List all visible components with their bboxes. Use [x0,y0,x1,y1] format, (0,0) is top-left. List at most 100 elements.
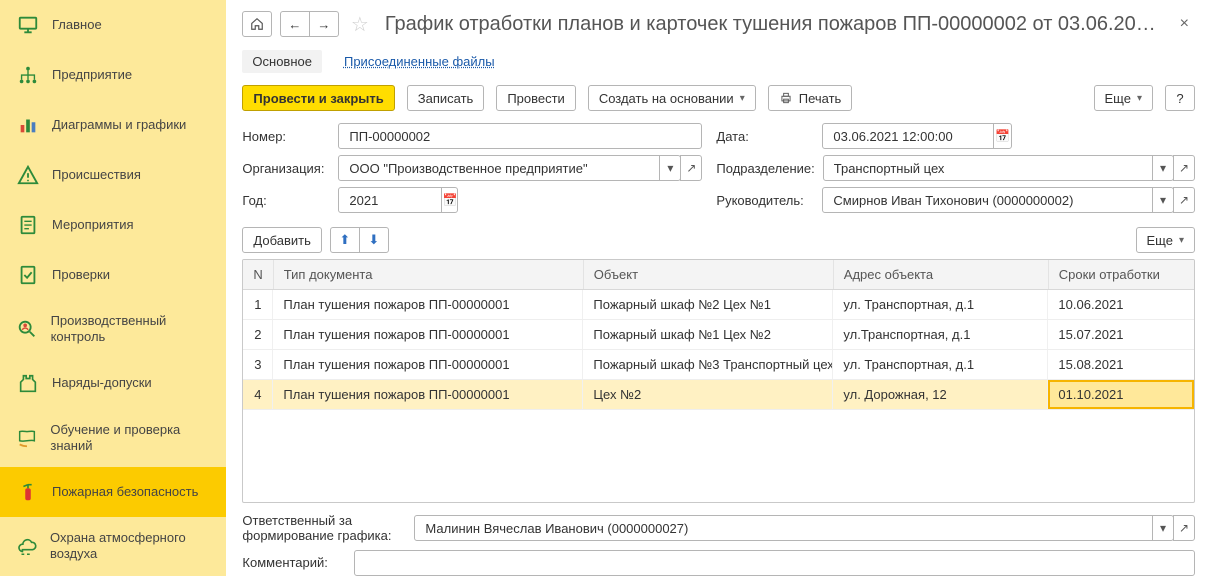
dept-input[interactable] [823,155,1153,181]
org-tree-icon [16,63,40,87]
warning-triangle-icon [16,163,40,187]
cell-addr: ул. Транспортная, д.1 [833,350,1048,379]
org-open-button[interactable]: ↗ [680,155,702,181]
sidebar-item-label: Производственный контроль [51,313,215,346]
cell-date: 10.06.2021 [1048,290,1194,319]
favorite-toggle[interactable]: ☆ [347,12,373,37]
sidebar-item-label: Предприятие [52,67,214,83]
move-up-button[interactable]: ⬆ [330,227,360,253]
responsible-label: Ответственный за формирование графика: [242,513,402,544]
comment-input[interactable] [354,550,1195,576]
tab-attached-files[interactable]: Присоединенные файлы [344,54,495,69]
move-down-button[interactable]: ⬇ [359,227,389,253]
responsible-dropdown-button[interactable]: ▾ [1152,515,1174,541]
cell-addr: ул. Дорожная, 12 [833,380,1048,409]
cell-doc: План тушения пожаров ПП-00000001 [273,350,583,379]
sidebar-item-main[interactable]: Главное [0,0,226,50]
sidebar-item-checks[interactable]: Проверки [0,250,226,300]
open-icon: ↗ [1179,193,1189,207]
chevron-down-icon: ▾ [1160,193,1166,207]
date-input[interactable] [822,123,994,149]
home-button[interactable] [242,11,271,37]
date-picker-button[interactable]: 📅 [993,123,1012,149]
sidebar-item-label: Проверки [52,267,214,283]
responsible-open-button[interactable]: ↗ [1173,515,1195,541]
nav-forward-button[interactable]: → [309,11,339,37]
col-header-doc[interactable]: Тип документа [274,260,584,289]
fire-extinguisher-icon [16,480,40,504]
main-area: ← → ☆ График отработки планов и карточек… [226,0,1211,576]
page-title: График отработки планов и карточек тушен… [381,13,1166,36]
cell-obj: Пожарный шкаф №2 Цех №1 [583,290,833,319]
cell-date: 15.08.2021 [1048,350,1194,379]
org-input[interactable] [338,155,660,181]
open-icon: ↗ [686,161,696,175]
number-input[interactable] [338,123,702,149]
create-based-on-button[interactable]: Создать на основании [588,85,756,111]
sidebar-item-fire-safety[interactable]: Пожарная безопасность [0,467,226,517]
responsible-input[interactable] [414,515,1153,541]
col-header-n[interactable]: N [243,260,273,289]
year-label: Год: [242,193,330,208]
year-input[interactable] [338,187,442,213]
sidebar-item-events[interactable]: Мероприятия [0,200,226,250]
chevron-down-icon: ▾ [1160,161,1166,175]
save-button[interactable]: Записать [407,85,485,111]
calendar-icon: 📅 [442,193,457,207]
org-dropdown-button[interactable]: ▾ [659,155,681,181]
cell-n: 3 [243,350,273,379]
table-row[interactable]: 3План тушения пожаров ПП-00000001Пожарны… [243,350,1194,380]
sidebar-item-air[interactable]: Охрана атмосферного воздуха [0,517,226,576]
print-button[interactable]: Печать [768,85,853,111]
cloud-icon [16,534,38,558]
cell-obj: Пожарный шкаф №1 Цех №2 [583,320,833,349]
manager-input[interactable] [822,187,1153,213]
table-row[interactable]: 1План тушения пожаров ПП-00000001Пожарны… [243,290,1194,320]
sidebar-item-label: Мероприятия [52,217,214,233]
sidebar-item-charts[interactable]: Диаграммы и графики [0,100,226,150]
print-button-label: Печать [799,91,842,106]
sidebar-item-label: Происшествия [52,167,214,183]
cell-addr: ул. Транспортная, д.1 [833,290,1048,319]
cell-doc: План тушения пожаров ПП-00000001 [273,380,583,409]
table-row[interactable]: 2План тушения пожаров ПП-00000001Пожарны… [243,320,1194,350]
help-button[interactable]: ? [1165,85,1195,111]
post-and-close-button[interactable]: Провести и закрыть [242,85,394,111]
col-header-date[interactable]: Сроки отработки [1049,260,1194,289]
sidebar-item-permits[interactable]: Наряды-допуски [0,359,226,409]
header-bar: ← → ☆ График отработки планов и карточек… [242,8,1195,40]
year-picker-button[interactable]: 📅 [441,187,458,213]
col-header-obj[interactable]: Объект [584,260,834,289]
post-button[interactable]: Провести [496,85,576,111]
command-bar: Провести и закрыть Записать Провести Соз… [242,85,1195,123]
nav-button-group: ← → [280,11,339,37]
table-row[interactable]: 4План тушения пожаров ПП-00000001Цех №2у… [243,380,1194,410]
dept-label: Подразделение: [716,161,814,176]
calendar-icon: 📅 [995,129,1010,143]
dept-open-button[interactable]: ↗ [1173,155,1195,181]
sidebar-item-enterprise[interactable]: Предприятие [0,50,226,100]
sidebar-item-prodcontrol[interactable]: Производственный контроль [0,300,226,359]
sidebar-item-incidents[interactable]: Происшествия [0,150,226,200]
add-row-button[interactable]: Добавить [242,227,321,253]
open-icon: ↗ [1179,161,1189,175]
manager-open-button[interactable]: ↗ [1173,187,1195,213]
magnifier-person-icon [16,317,39,341]
table-more-button[interactable]: Еще [1136,227,1195,253]
manager-dropdown-button[interactable]: ▾ [1152,187,1174,213]
cell-date: 15.07.2021 [1048,320,1194,349]
cell-n: 2 [243,320,273,349]
sidebar-items: Главное Предприятие Диаграммы и графики … [0,0,226,576]
close-icon: × [1180,15,1189,32]
more-button[interactable]: Еще [1094,85,1153,111]
dept-dropdown-button[interactable]: ▾ [1152,155,1174,181]
close-button[interactable]: × [1174,15,1195,33]
vest-icon [16,372,40,396]
col-header-addr[interactable]: Адрес объекта [834,260,1049,289]
tab-main[interactable]: Основное [242,50,322,73]
nav-back-button[interactable]: ← [280,11,310,37]
cell-n: 1 [243,290,273,319]
table-header: N Тип документа Объект Адрес объекта Сро… [243,260,1194,290]
cell-doc: План тушения пожаров ПП-00000001 [273,320,583,349]
sidebar-item-training[interactable]: Обучение и проверка знаний [0,409,226,468]
